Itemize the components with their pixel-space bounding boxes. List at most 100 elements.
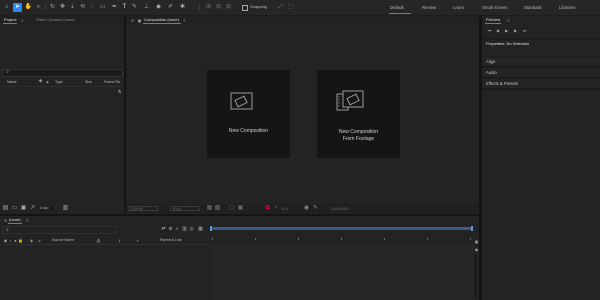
pan-behind-icon[interactable]: ◌ — [89, 4, 96, 11]
flowchart-icon[interactable]: ⋔ — [116, 89, 123, 96]
dolly-camera-icon[interactable]: ⇣ — [69, 4, 76, 11]
reset-exposure-icon[interactable]: ◔ — [272, 205, 279, 212]
orbit-camera-icon[interactable]: ↻ — [49, 4, 56, 11]
transparency-grid-icon[interactable]: ▩ — [214, 205, 221, 212]
effects-presets-panel-header[interactable]: Effects & Presets — [482, 79, 600, 89]
hand-tool-icon[interactable]: ✋ — [25, 4, 32, 11]
previous-frame-icon[interactable]: ◀ — [494, 27, 501, 34]
audio-panel-header[interactable]: Audio — [482, 68, 600, 78]
timeline-track-area[interactable] — [210, 245, 474, 300]
label-tag-icon[interactable]: ◈ — [37, 78, 44, 85]
tab-effect-controls[interactable]: Effect Controls (none) — [36, 17, 75, 23]
next-frame-icon[interactable]: ▶ — [512, 27, 519, 34]
time-ruler[interactable] — [210, 233, 474, 243]
workspace-learn[interactable]: Learn — [453, 3, 464, 12]
snap-options-icon[interactable]: ⤢ — [277, 4, 284, 11]
column-type[interactable]: Type — [55, 79, 63, 85]
timecode-placeholder[interactable]: 0;00;00;00 — [331, 206, 348, 212]
align-panel-header[interactable]: Align — [482, 57, 600, 67]
new-composition-button[interactable]: New Composition — [207, 70, 290, 158]
rectangle-tool-icon[interactable]: ▭ — [99, 4, 106, 11]
bpc-button[interactable]: 8 bpc — [39, 206, 53, 211]
grid-guides-icon[interactable]: ▣ — [237, 205, 244, 212]
eraser-tool-icon[interactable]: ◆ — [155, 4, 162, 11]
rotation-tool-icon[interactable]: ⟲ — [79, 4, 86, 11]
workspace-review[interactable]: Review — [422, 3, 436, 12]
workspace-standard[interactable]: Standard — [524, 3, 541, 12]
label-tag-icon[interactable]: ◈ — [28, 237, 35, 244]
workspace-small-screen[interactable]: Small Screen — [482, 3, 508, 12]
switches-icon[interactable]: ⁂ — [95, 237, 102, 244]
home-icon[interactable]: ⌂ — [3, 4, 10, 11]
pan-camera-icon[interactable]: ✥ — [59, 4, 66, 11]
work-area-bar[interactable] — [211, 227, 472, 230]
resolution-dropdown[interactable]: (Full) — [170, 206, 200, 211]
show-channel-icon[interactable]: ✿ — [264, 205, 271, 212]
work-area-start-handle[interactable] — [210, 226, 212, 231]
adjust-icon[interactable]: ↗ — [29, 205, 36, 212]
column-frame-rate[interactable]: Frame Ra — [104, 79, 120, 85]
play-icon[interactable]: ▶ — [503, 27, 510, 34]
brush-tool-icon[interactable]: ✎ — [131, 4, 138, 11]
first-frame-icon[interactable]: ⏮ — [486, 27, 493, 34]
zoom-tool-icon[interactable]: ⌕ — [35, 4, 42, 11]
snapshot-icon[interactable]: ◉ — [303, 205, 310, 212]
show-snapshot-icon[interactable]: ✎ — [312, 205, 319, 212]
last-frame-icon[interactable]: ⏭ — [521, 27, 528, 34]
work-area-end-handle[interactable] — [471, 226, 473, 231]
view-axis-icon[interactable]: ⊞ — [225, 4, 232, 11]
local-axis-icon[interactable]: ⊞ — [205, 4, 212, 11]
frame-blending-icon[interactable]: ▥ — [181, 226, 188, 233]
new-folder-icon[interactable]: ▭ — [11, 205, 18, 212]
mask-visibility-icon[interactable]: ▢ — [228, 205, 235, 212]
panel-menu-icon[interactable]: ≡ — [505, 17, 512, 24]
right-panel-empty-area — [482, 90, 600, 300]
puppet-pin-icon[interactable]: ✱ — [179, 4, 186, 11]
project-search-field[interactable]: ⌕ — [2, 69, 123, 77]
panel-menu-icon[interactable]: ≡ — [181, 17, 188, 24]
fx-icon[interactable]: ƒ — [116, 237, 123, 244]
close-icon[interactable]: ✕ — [129, 17, 136, 24]
project-column-header: Name ◈ ▲ Type Size Frame Ra — [0, 78, 124, 87]
clone-stamp-icon[interactable]: ⊥ — [143, 4, 150, 11]
world-axis-icon[interactable]: ⊞ — [215, 4, 222, 11]
region-of-interest-icon[interactable]: ▦ — [206, 205, 213, 212]
shy-layers-icon[interactable]: ◐ — [174, 226, 181, 233]
timeline-search-field[interactable] — [2, 226, 117, 234]
exposure-value[interactable]: +0.0 — [281, 206, 288, 212]
snapping-checkbox[interactable] — [242, 5, 248, 11]
workspace-default[interactable]: Default — [390, 3, 404, 12]
column-size[interactable]: Size — [85, 79, 92, 85]
parent-link-column[interactable]: Parent & Link — [160, 237, 182, 243]
timeline-scrollbar[interactable] — [474, 254, 477, 298]
lock-icon[interactable]: 🔒 — [17, 237, 24, 244]
source-name-column[interactable]: Source Name — [52, 237, 74, 243]
magnification-dropdown[interactable]: (100%) — [128, 206, 158, 211]
new-composition-icon[interactable]: ▣ — [20, 205, 27, 212]
comp-mini-flowchart-icon[interactable]: ⇄ — [160, 226, 167, 233]
delete-icon[interactable]: ▥ — [62, 205, 69, 212]
panel-menu-icon[interactable]: ≡ — [24, 217, 31, 224]
graph-editor-icon[interactable]: ▦ — [197, 226, 204, 233]
motion-blur-icon[interactable]: ◎ — [188, 226, 195, 233]
workspace-libraries[interactable]: Libraries — [559, 3, 575, 12]
type-tool-icon[interactable]: T — [121, 4, 128, 11]
active-tab-underline — [8, 223, 22, 224]
interpret-footage-icon[interactable]: ▤ — [2, 205, 9, 212]
composition-footer: (100%) (Full) ▦ ▩ ▢ ▣ ✿ ◔ +0.0 ◉ ✎ 0;00;… — [126, 204, 479, 213]
bpc-label: 8 bpc — [40, 206, 49, 210]
layer-number-icon[interactable]: # — [36, 237, 43, 244]
pen-tool-icon[interactable]: ✒ — [111, 4, 118, 11]
sort-up-icon[interactable]: ▲ — [44, 78, 51, 85]
new-composition-label: New Composition — [228, 128, 269, 134]
selection-tool-button[interactable]: ➤ — [13, 3, 22, 12]
timeline-panel: ✕ (none) ≡ ⌕ ⇄ ⊕ ◐ ▥ ◎ ▦ ◉ ♪ ● 🔒 ◈ # Sou… — [0, 216, 479, 300]
roto-brush-icon[interactable]: ✐ — [167, 4, 174, 11]
adjustment-icon[interactable]: ◑ — [134, 237, 141, 244]
draft-3d-icon[interactable]: ⊕ — [167, 226, 174, 233]
snap-edges-icon[interactable]: ⬚ — [287, 4, 294, 11]
new-composition-from-footage-button[interactable]: New Composition From Footage — [317, 70, 400, 158]
panel-menu-icon[interactable]: ≡ — [19, 17, 26, 24]
search-icon: ⌕ — [6, 69, 9, 75]
column-name[interactable]: Name — [7, 79, 17, 85]
